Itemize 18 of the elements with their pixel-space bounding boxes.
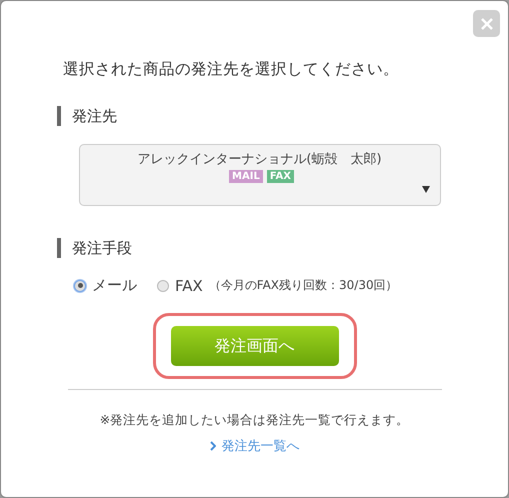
fax-count-text: （今月のFAX残り回数：30/30回）	[208, 277, 398, 294]
radio-label: メール	[92, 276, 137, 295]
radio-button[interactable]	[74, 280, 86, 292]
chevron-icon	[210, 441, 216, 451]
radio-button[interactable]	[157, 280, 169, 292]
section-heading: 発注手段	[57, 238, 132, 258]
close-icon	[480, 16, 494, 30]
tag: MAIL	[229, 170, 263, 183]
tag: FAX	[266, 170, 294, 183]
supplier-list-link[interactable]: 発注先一覧へ	[210, 437, 300, 455]
supplier-select[interactable]: アレックインターナショナル(蛎殻 太郎) MAIL FAX	[78, 144, 440, 206]
caret-icon	[422, 186, 430, 193]
instruction-text: 選択された商品の発注先を選択してください。	[63, 59, 399, 80]
section-heading: 発注先	[57, 106, 117, 126]
radio-label: FAX	[175, 276, 203, 294]
submit-button[interactable]: 発注画面へ	[170, 326, 338, 366]
close-button[interactable]	[473, 10, 500, 37]
note-text: ※発注先を追加したい場合は発注先一覧で行えます。	[100, 412, 410, 429]
